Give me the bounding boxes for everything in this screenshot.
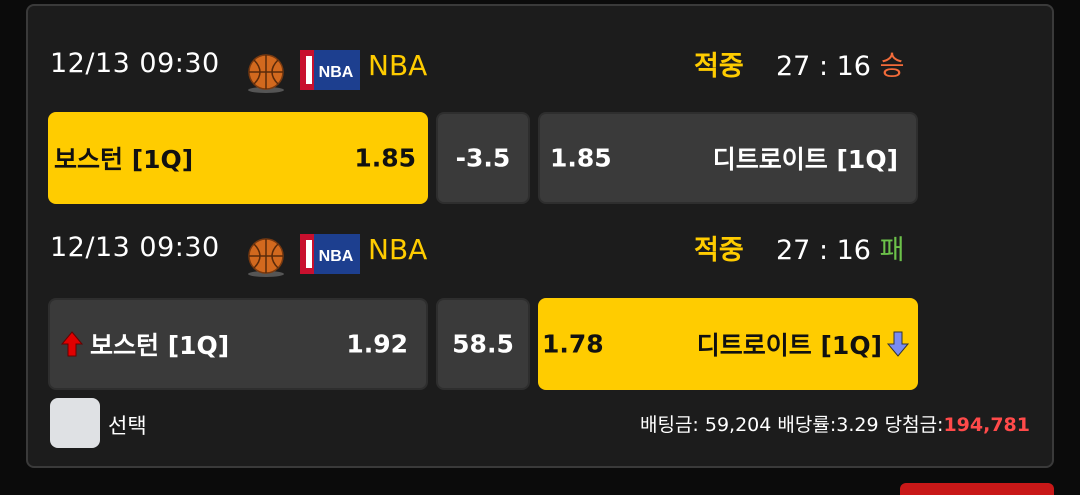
bottom-tab[interactable] [900, 483, 1054, 495]
match-header: 12/13 09:30 NBA NBA 적중 27 : 16 패 [28, 218, 1052, 278]
score-value: 27 : 16 [776, 235, 871, 266]
home-team-label: 보스턴 [1Q] [90, 331, 230, 360]
outcome-badge: 승 [879, 51, 905, 82]
away-team-label: 디트로이트 [1Q] [712, 145, 898, 174]
svg-text:NBA: NBA [319, 248, 354, 265]
bet-amount-label: 배팅금: [639, 414, 699, 436]
odds-label: 배당률: [777, 414, 837, 436]
down-arrow-icon [886, 331, 910, 357]
payout-label: 당첨금: [884, 414, 944, 436]
svg-text:NBA: NBA [319, 64, 354, 81]
league-name: NBA [368, 49, 428, 82]
select-label: 선택 [108, 414, 147, 438]
over-bet-button[interactable]: 보스턴 [1Q] 1.92 [48, 298, 428, 390]
away-odds: 1.85 [550, 143, 612, 173]
home-bet-button[interactable]: 보스턴 [1Q] 1.85 [48, 112, 428, 204]
total-line-button[interactable]: 58.5 [436, 298, 530, 390]
basketball-icon [248, 238, 284, 277]
outcome-badge: 패 [879, 235, 905, 266]
result-label: 적중 [694, 51, 744, 82]
handicap-line: -3.5 [455, 143, 511, 173]
basketball-icon [248, 54, 284, 93]
payout-value: 194,781 [943, 414, 1030, 436]
away-odds: 1.78 [542, 329, 604, 359]
bet-summary: 배팅금: 59,204 배당률:3.29 당첨금:194,781 [640, 410, 1030, 437]
league-name: NBA [368, 233, 428, 266]
match-datetime: 12/13 09:30 [50, 48, 220, 79]
match-score: 27 : 16 승 [776, 44, 904, 83]
away-bet-button[interactable]: 1.85 디트로이트 [1Q] [538, 112, 918, 204]
match-header: 12/13 09:30 NBA NBA 적중 27 : 16 승 [28, 34, 1052, 94]
score-value: 27 : 16 [776, 51, 871, 82]
bet-amount-value: 59,204 [704, 414, 772, 436]
home-team-label: 보스턴 [1Q] [54, 145, 194, 174]
total-line: 58.5 [452, 329, 514, 359]
home-odds: 1.92 [346, 329, 408, 359]
up-arrow-icon [60, 331, 84, 357]
handicap-line-button[interactable]: -3.5 [436, 112, 530, 204]
under-bet-button[interactable]: 1.78 디트로이트 [1Q] [538, 298, 918, 390]
select-checkbox[interactable] [50, 398, 100, 448]
nba-logo-icon: NBA [300, 234, 360, 274]
match-datetime: 12/13 09:30 [50, 232, 220, 263]
odds-value: 3.29 [836, 414, 879, 436]
bet-slip-card: 12/13 09:30 NBA NBA 적중 27 : 16 승 보스턴 [1Q… [26, 4, 1054, 468]
home-odds: 1.85 [354, 143, 416, 173]
nba-logo-icon: NBA [300, 50, 360, 90]
result-label: 적중 [694, 235, 744, 266]
away-team-label: 디트로이트 [1Q] [696, 331, 882, 360]
match-score: 27 : 16 패 [776, 228, 904, 267]
